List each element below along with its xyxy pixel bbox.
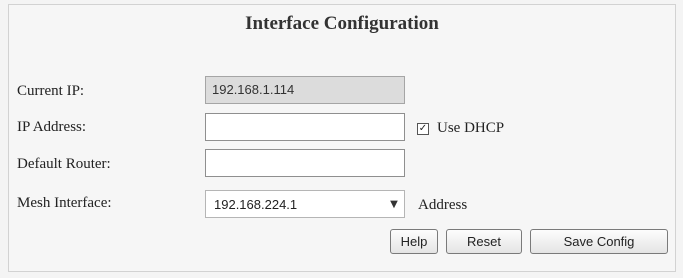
- mesh-interface-select[interactable]: 192.168.224.1 ▼: [205, 190, 405, 218]
- ip-address-label: IP Address:: [17, 119, 87, 135]
- ip-address-input[interactable]: [205, 113, 405, 141]
- mesh-interface-selected-value: 192.168.224.1: [214, 196, 298, 212]
- use-dhcp-label: Use DHCP: [437, 120, 505, 136]
- mesh-interface-suffix-label: Address: [418, 197, 468, 213]
- use-dhcp-checkbox[interactable]: ✓: [417, 122, 429, 135]
- page-title: Interface Configuration: [245, 13, 439, 34]
- mesh-interface-label: Mesh Interface:: [17, 195, 112, 211]
- chevron-down-icon[interactable]: ▼: [384, 191, 404, 217]
- current-ip-field: 192.168.1.114: [205, 76, 405, 104]
- current-ip-label: Current IP:: [17, 83, 85, 99]
- help-button[interactable]: Help: [390, 229, 438, 254]
- save-config-button[interactable]: Save Config: [530, 229, 668, 254]
- reset-button[interactable]: Reset: [446, 229, 522, 254]
- default-router-label: Default Router:: [17, 156, 111, 172]
- default-router-input[interactable]: [205, 149, 405, 177]
- interface-configuration-panel: Interface Configuration Current IP: 192.…: [8, 4, 676, 272]
- use-dhcp-option[interactable]: ✓ Use DHCP: [417, 120, 504, 137]
